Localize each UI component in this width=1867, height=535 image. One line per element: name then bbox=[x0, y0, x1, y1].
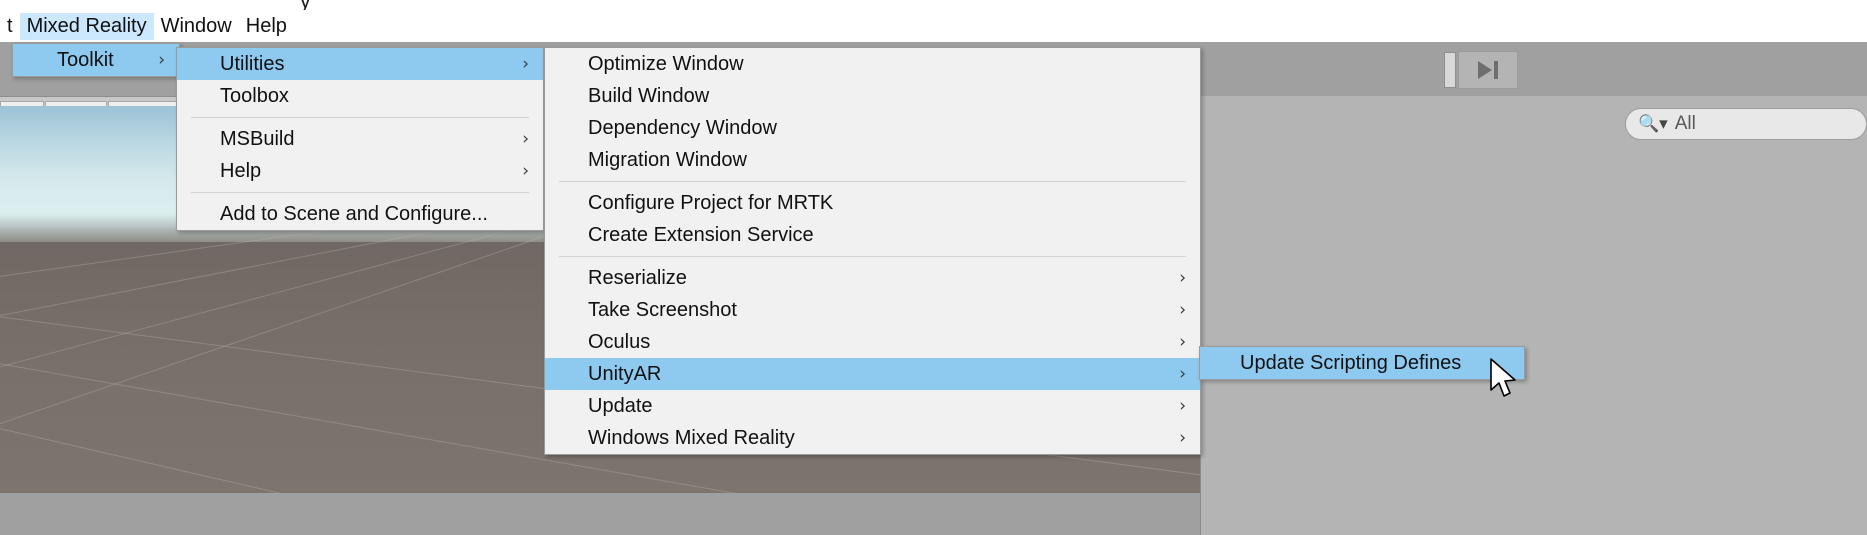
menu-item-label: UnityAR bbox=[588, 363, 662, 385]
menu-item-label: Toolkit bbox=[57, 49, 114, 71]
toolkit-submenu[interactable]: Utilities › Toolbox MSBuild › Help › Add to Sce… bbox=[176, 47, 544, 231]
hierarchy-search-value: All bbox=[1674, 113, 1696, 134]
menu-item-label: Configure Project for MRTK bbox=[588, 192, 834, 214]
mixed-reality-menu[interactable]: Toolkit › bbox=[12, 43, 180, 77]
screenshot-root: y | ▼ 0 bbox=[0, 0, 1867, 535]
scene-grid-line bbox=[0, 450, 1200, 493]
menu-item-oculus[interactable]: Oculus › bbox=[545, 326, 1200, 358]
menu-item-label: Create Extension Service bbox=[588, 224, 814, 246]
hierarchy-panel bbox=[1200, 96, 1867, 535]
menu-item-create-extension-service[interactable]: Create Extension Service bbox=[545, 219, 1200, 251]
chevron-right-icon: › bbox=[1179, 428, 1186, 448]
menu-item-add-to-scene-and-configure[interactable]: Add to Scene and Configure... bbox=[177, 198, 543, 230]
menu-item-dependency-window[interactable]: Dependency Window bbox=[545, 112, 1200, 144]
menu-item-label: Oculus bbox=[588, 331, 651, 353]
menu-item-label: Help bbox=[220, 160, 262, 182]
chevron-right-icon: › bbox=[1179, 300, 1186, 320]
hierarchy-search-field[interactable]: 🔍▾ All bbox=[1625, 108, 1867, 140]
play-button-divider bbox=[1444, 52, 1456, 88]
menu-separator bbox=[559, 256, 1186, 257]
menu-item-label: Toolbox bbox=[220, 85, 289, 107]
menu-item-label: Add to Scene and Configure... bbox=[220, 203, 488, 225]
menu-bar: t Mixed Reality Window Help bbox=[0, 10, 1867, 42]
menu-item-toolbox[interactable]: Toolbox bbox=[177, 80, 543, 112]
menu-item-label: Update bbox=[588, 395, 653, 417]
chevron-right-icon: › bbox=[1179, 268, 1186, 288]
chevron-right-icon: › bbox=[1179, 396, 1186, 416]
menu-separator bbox=[191, 192, 529, 193]
menu-item-label: Build Window bbox=[588, 85, 710, 107]
menubar-item-t[interactable]: t bbox=[0, 13, 20, 40]
menu-item-take-screenshot[interactable]: Take Screenshot › bbox=[545, 294, 1200, 326]
step-forward-button[interactable] bbox=[1458, 51, 1518, 89]
menu-item-windows-mixed-reality[interactable]: Windows Mixed Reality › bbox=[545, 422, 1200, 454]
search-icon: 🔍▾ bbox=[1638, 114, 1668, 133]
menubar-item-help[interactable]: Help bbox=[239, 13, 294, 40]
menu-item-configure-project-for-mrtk[interactable]: Configure Project for MRTK bbox=[545, 187, 1200, 219]
menubar-item-window[interactable]: Window bbox=[154, 13, 239, 40]
menu-item-toolkit[interactable]: Toolkit › bbox=[13, 44, 179, 76]
chevron-right-icon: › bbox=[522, 161, 529, 181]
chevron-right-icon: › bbox=[1179, 364, 1186, 384]
chevron-right-icon: › bbox=[522, 129, 529, 149]
unityar-submenu[interactable]: Update Scripting Defines bbox=[1199, 346, 1525, 380]
menu-item-help[interactable]: Help › bbox=[177, 155, 543, 187]
chevron-right-icon: › bbox=[1179, 332, 1186, 352]
menu-item-label: Update Scripting Defines bbox=[1240, 352, 1462, 374]
chevron-right-icon: › bbox=[522, 54, 529, 74]
menu-item-label: Migration Window bbox=[588, 149, 747, 171]
menu-item-update[interactable]: Update › bbox=[545, 390, 1200, 422]
menu-item-label: Windows Mixed Reality bbox=[588, 427, 795, 449]
menu-item-migration-window[interactable]: Migration Window bbox=[545, 144, 1200, 176]
utilities-submenu[interactable]: Optimize Window Build Window Dependency Wi… bbox=[544, 47, 1201, 455]
menu-item-reserialize[interactable]: Reserialize › bbox=[545, 262, 1200, 294]
menu-item-label: Utilities bbox=[220, 53, 285, 75]
menu-item-label: Take Screenshot bbox=[588, 299, 737, 321]
menu-item-label: Optimize Window bbox=[588, 53, 744, 75]
menu-item-label: Dependency Window bbox=[588, 117, 777, 139]
menu-item-update-scripting-defines[interactable]: Update Scripting Defines bbox=[1200, 347, 1524, 379]
menubar-item-mixed-reality[interactable]: Mixed Reality bbox=[19, 12, 154, 40]
step-forward-icon bbox=[1478, 61, 1498, 79]
menu-item-label: MSBuild bbox=[220, 128, 295, 150]
menu-item-utilities[interactable]: Utilities › bbox=[177, 48, 543, 80]
menu-item-unityar[interactable]: UnityAR › bbox=[545, 358, 1200, 390]
mouse-pointer-icon bbox=[1489, 358, 1519, 407]
menu-separator bbox=[559, 181, 1186, 182]
menu-item-build-window[interactable]: Build Window bbox=[545, 80, 1200, 112]
menu-item-label: Reserialize bbox=[588, 267, 687, 289]
menu-separator bbox=[191, 117, 529, 118]
chevron-right-icon: › bbox=[158, 50, 165, 70]
menu-item-optimize-window[interactable]: Optimize Window bbox=[545, 48, 1200, 80]
menu-item-msbuild[interactable]: MSBuild › bbox=[177, 123, 543, 155]
window-title-strip: y bbox=[0, 0, 1867, 13]
